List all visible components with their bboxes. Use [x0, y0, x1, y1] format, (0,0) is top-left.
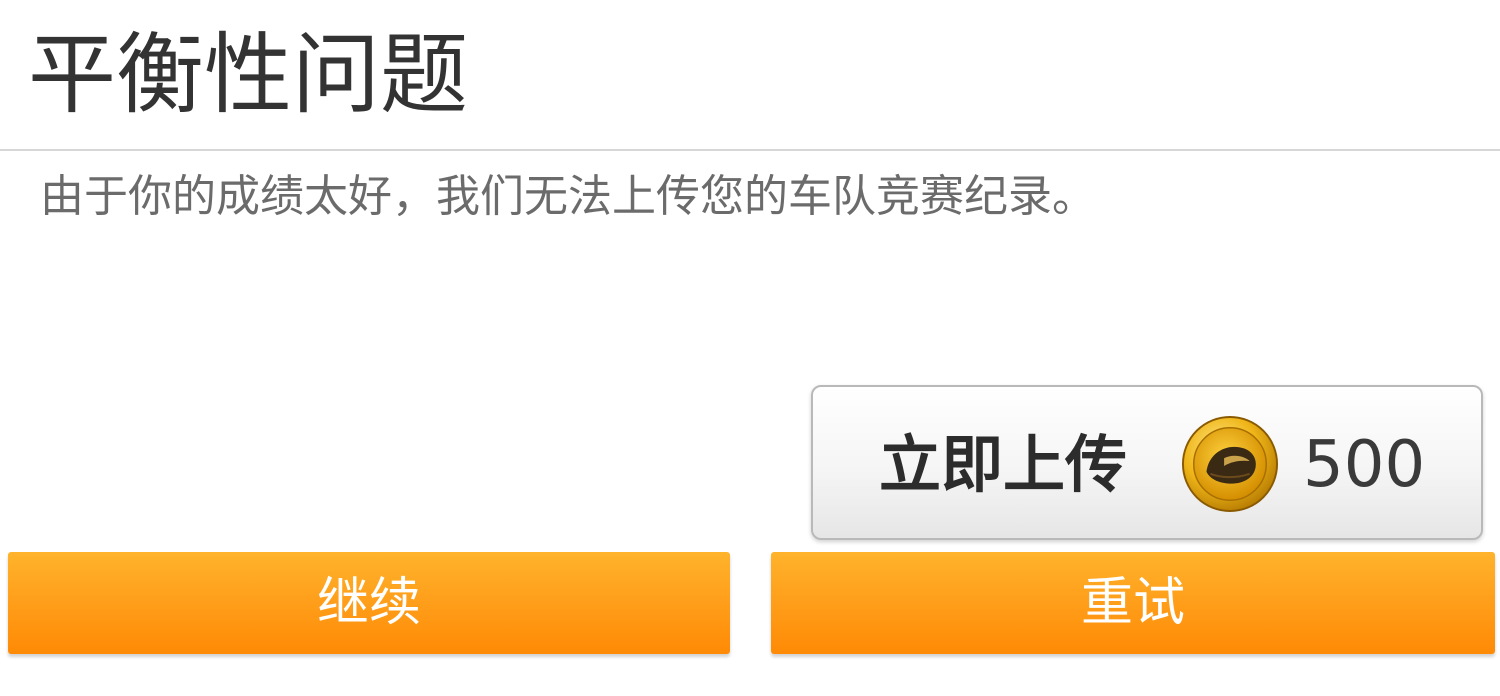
dialog-title: 平衡性问题: [28, 23, 469, 126]
upload-now-label: 立即上传: [879, 428, 1128, 501]
dialog-message: 由于你的成绩太好，我们无法上传您的车队竞赛纪录。: [40, 171, 1096, 222]
upload-cost: 500: [1303, 428, 1426, 502]
retry-button[interactable]: 重试: [771, 552, 1495, 654]
continue-button[interactable]: 继续: [8, 552, 730, 654]
upload-now-button[interactable]: 立即上传 500: [811, 385, 1483, 540]
title-divider: [0, 149, 1500, 151]
balance-issue-dialog: 平衡性问题 由于你的成绩太好，我们无法上传您的车队竞赛纪录。 立即上传 500 …: [0, 0, 1500, 696]
gold-coin-icon: [1181, 415, 1279, 513]
